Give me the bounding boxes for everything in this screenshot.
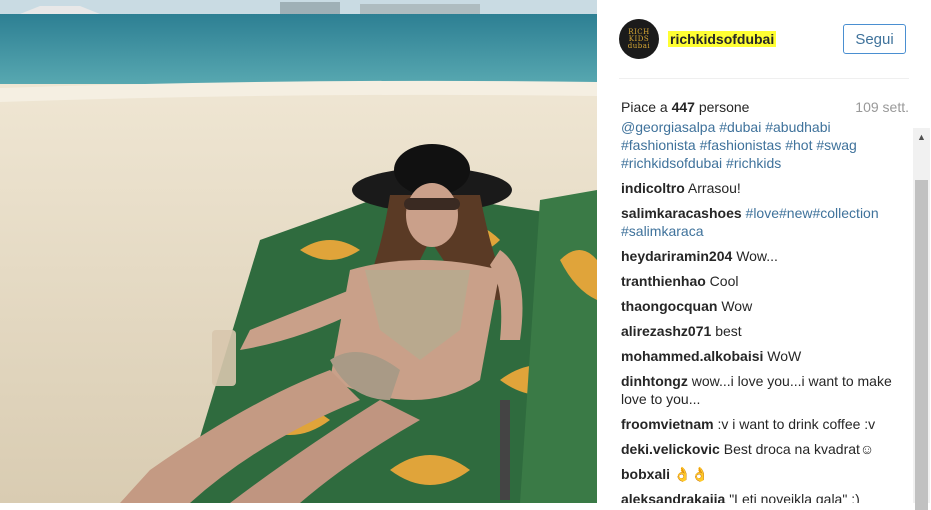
comment-username[interactable]: mohammed.alkobaisi (621, 348, 763, 364)
comment-item: bobxali 👌👌 (621, 465, 901, 483)
beach-photo-image (0, 0, 597, 503)
comments-scrollbar[interactable]: ▲ (913, 128, 930, 510)
comment-item: froomvietnam :v i want to drink coffee :… (621, 415, 901, 433)
comment-text: "Leti novejkla gala" :) (729, 491, 860, 503)
scroll-thumb[interactable] (915, 180, 928, 510)
comment-item: heydariramin204 Wow... (621, 247, 901, 265)
comment-item: dinhtongz wow...i love you...i want to m… (621, 372, 901, 408)
comment-text: Cool (709, 273, 739, 289)
comment-text: Wow (721, 298, 753, 314)
comment-username[interactable]: indicoltro (621, 180, 685, 196)
comment-text: :v i want to drink coffee :v (717, 416, 876, 432)
comment-username[interactable]: froomvietnam (621, 416, 714, 432)
likes-number: 447 (671, 99, 695, 115)
comment-item: aleksandrakaija "Leti novejkla gala" :) (621, 490, 901, 503)
brand-logo-icon: RICH KIDS dubai (627, 27, 651, 50)
comment-text: best (715, 323, 742, 339)
comment-text: WoW (767, 348, 802, 364)
comment-text: Best droca na kvadrat☺ (723, 441, 875, 457)
comment-item: thaongocquan Wow (621, 297, 901, 315)
chevron-up-icon[interactable]: ▲ (913, 128, 930, 145)
comment-item: indicoltro Arrasou! (621, 179, 901, 197)
comment-username[interactable]: thaongocquan (621, 298, 717, 314)
comment-username[interactable]: dinhtongz (621, 373, 688, 389)
comment-text: Arrasou! (687, 180, 741, 196)
header-divider (619, 78, 909, 79)
likes-suffix: persone (694, 99, 750, 115)
comment-text: Wow... (736, 248, 778, 264)
post-header: RICH KIDS dubai richkidsofdubai Segui (597, 0, 931, 80)
comment-item: deki.velickovic Best droca na kvadrat☺ (621, 440, 901, 458)
likes-count[interactable]: Piace a 447 persone (621, 99, 749, 115)
comment-item: mohammed.alkobaisi WoW (621, 347, 901, 365)
avatar[interactable]: RICH KIDS dubai (619, 19, 659, 59)
comment-text: 👌👌 (673, 466, 709, 482)
comments-scroll: @georgiasalpa #dubai #abudhabi #fashioni… (621, 122, 901, 503)
post-details-panel: RICH KIDS dubai richkidsofdubai Segui Pi… (597, 0, 931, 510)
comment-username[interactable]: salimkaracashoes (621, 205, 742, 221)
comment-username[interactable]: tranthienhao (621, 273, 706, 289)
comment-item: tranthienhao Cool (621, 272, 901, 290)
username-link[interactable]: richkidsofdubai (668, 31, 777, 47)
comment-item: @georgiasalpa #dubai #abudhabi #fashioni… (621, 122, 901, 172)
comment-username[interactable]: heydariramin204 (621, 248, 732, 264)
comment-username[interactable]: alirezashz071 (621, 323, 711, 339)
comment-username[interactable]: aleksandrakaija (621, 491, 725, 503)
comment-username[interactable]: deki.velickovic (621, 441, 720, 457)
follow-button[interactable]: Segui (843, 24, 906, 54)
comments-list: @georgiasalpa #dubai #abudhabi #fashioni… (597, 122, 931, 503)
comment-text[interactable]: @georgiasalpa #dubai #abudhabi #fashioni… (621, 122, 857, 171)
likes-prefix: Piace a (621, 99, 672, 115)
comment-username[interactable]: bobxali (621, 466, 670, 482)
post-timestamp[interactable]: 109 sett. (855, 99, 909, 115)
post-photo[interactable] (0, 0, 597, 503)
comment-item: salimkaracashoes #love#new#collection #s… (621, 204, 901, 240)
comment-item: alirezashz071 best (621, 322, 901, 340)
